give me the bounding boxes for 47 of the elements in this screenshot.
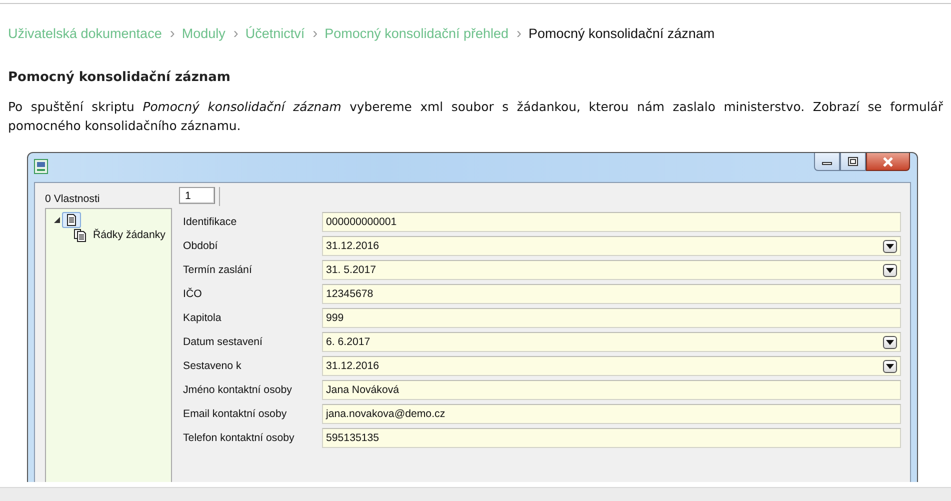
- field-label: Kapitola: [183, 312, 222, 324]
- section-heading: Pomocný konsolidační záznam: [8, 70, 232, 85]
- field-label: Období: [183, 240, 219, 252]
- field-label: IČO: [183, 288, 203, 300]
- maximize-button[interactable]: [840, 153, 866, 171]
- input-field[interactable]: 000000000001: [322, 212, 901, 232]
- breadcrumb-separator: ›: [170, 24, 175, 42]
- tree-item[interactable]: Řádky žádanky: [91, 228, 168, 242]
- tab[interactable]: 1: [179, 187, 215, 204]
- caret-down-icon: [886, 244, 894, 248]
- breadcrumb-separator: ›: [312, 24, 318, 42]
- dropdown-field[interactable]: 6. 6.2017: [322, 332, 901, 352]
- dropdown-field[interactable]: 31.12.2016: [322, 236, 901, 256]
- app-icon: [34, 159, 48, 174]
- field-label: Jméno kontaktní osoby: [183, 384, 293, 396]
- field-label: Sestaveno k: [183, 360, 242, 372]
- dropdown-button[interactable]: [883, 336, 897, 348]
- breadcrumb-separator: ›: [516, 24, 522, 42]
- caret-down-icon: [886, 340, 894, 344]
- close-icon: [882, 156, 894, 166]
- maximize-icon: [848, 157, 858, 166]
- input-field[interactable]: jana.novakova@demo.cz: [322, 404, 901, 424]
- documents-icon: [74, 228, 87, 242]
- field-label: Datum sestavení: [183, 336, 264, 348]
- panel-label: 0 Vlastnosti: [45, 192, 101, 207]
- dropdown-button[interactable]: [883, 360, 897, 372]
- caret-down-icon: [886, 268, 894, 272]
- caret-down-icon: [886, 364, 894, 368]
- expanded-triangle-icon[interactable]: [54, 217, 60, 223]
- field-label: Telefon kontaktní osoby: [183, 432, 296, 444]
- dropdown-field[interactable]: 31.12.2016: [322, 356, 901, 376]
- close-button[interactable]: [866, 153, 910, 171]
- dropdown-field[interactable]: 31. 5.2017: [322, 260, 901, 280]
- tree-node[interactable]: [62, 212, 81, 228]
- minimize-button[interactable]: [814, 153, 840, 171]
- dropdown-button[interactable]: [883, 264, 897, 276]
- input-field[interactable]: 595135135: [322, 428, 901, 448]
- breadcrumb-separator: ›: [233, 24, 238, 42]
- breadcrumb-current: Pomocný konsolidační záznam: [528, 26, 715, 40]
- paragraph: Po spuštění skriptu Pomocný konsolidační záznam vybereme xml soubor s žádankou, kterou nám zaslalo ministerstvo. Zobrazí se formulář pomocného konsolidačního záznamu.: [8, 98, 943, 135]
- input-field[interactable]: 12345678: [322, 284, 901, 304]
- dropdown-button[interactable]: [883, 240, 897, 252]
- field-label: Termín zaslání: [183, 264, 253, 276]
- field-label: Email kontaktní osoby: [183, 408, 288, 420]
- field-label: Identifikace: [183, 216, 238, 228]
- input-field[interactable]: Jana Nováková: [322, 380, 901, 400]
- input-field[interactable]: 999: [322, 308, 901, 328]
